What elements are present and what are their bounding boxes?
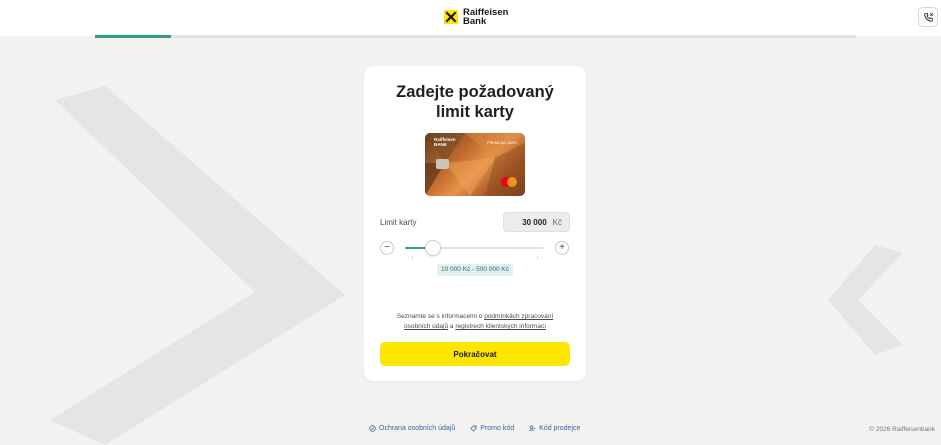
user-key-icon	[529, 425, 536, 432]
card-brand-line-2: BANK	[434, 141, 447, 147]
promo-code-link[interactable]: Promo kód	[470, 425, 514, 432]
title-line-2: limit karty	[436, 103, 514, 121]
decrease-limit-button[interactable]: −	[380, 241, 394, 255]
raiffeisen-emblem-icon	[444, 10, 458, 24]
promo-code-label: Promo kód	[480, 425, 515, 432]
tag-icon	[470, 425, 477, 432]
card-brand-text: Raiffeisen BANK	[434, 137, 456, 147]
card-chip	[436, 159, 449, 169]
limit-currency-unit: Kč	[552, 217, 562, 227]
title-line-1: Zadejte požadovaný	[396, 83, 554, 101]
logo-wordmark: Raiffeisen Bank	[463, 8, 508, 27]
slider-tick	[412, 256, 413, 259]
page-title: Zadejte požadovaný limit karty	[364, 82, 586, 122]
limit-amount-field[interactable]: 30 000 Kč	[503, 212, 570, 232]
progress-fill	[95, 35, 172, 38]
slider-tick	[537, 256, 538, 259]
copyright-text: © 2026 Raiffeisenbank	[869, 426, 935, 433]
shield-icon	[369, 425, 376, 432]
limit-form-card: Zadejte požadovaný limit karty Raiffeise…	[364, 66, 586, 381]
seller-code-link[interactable]: Kód prodejce	[529, 425, 580, 432]
client-registers-link[interactable]: registrech klientských informací	[455, 323, 546, 330]
seller-code-label: Kód prodejce	[539, 425, 581, 432]
raiffeisen-logo[interactable]: Raiffeisen Bank	[444, 7, 508, 27]
credit-card-image: Raiffeisen BANK PREMIUM CARD	[425, 133, 525, 196]
continue-button[interactable]: Pokračovat	[380, 342, 570, 366]
limit-label: Limit karty	[380, 218, 417, 227]
phone-icon	[923, 12, 933, 22]
privacy-policy-label: Ochrana osobních údajů	[379, 425, 456, 432]
privacy-consent-text: Seznamte se s informacemi o podmínkách z…	[386, 312, 564, 332]
limit-slider-handle[interactable]	[425, 240, 442, 256]
footer-links: Ochrana osobních údajů Promo kód Kód pro…	[369, 425, 580, 432]
limit-amount-value: 30 000	[522, 217, 547, 227]
top-header: Raiffeisen Bank	[0, 0, 941, 36]
mastercard-logo-icon	[501, 177, 517, 187]
privacy-policy-link[interactable]: Ochrana osobních údajů	[369, 425, 455, 432]
logo-line-2: Bank	[463, 16, 487, 27]
step-progress-bar	[95, 35, 856, 38]
consent-prefix: Seznamte se s informacemi o	[396, 313, 485, 320]
limit-range-badge: 10 000 Kč - 500 000 Kč	[437, 264, 513, 276]
card-tier-text: PREMIUM CARD	[487, 141, 517, 145]
call-button[interactable]	[918, 7, 938, 27]
increase-limit-button[interactable]: +	[555, 241, 569, 255]
